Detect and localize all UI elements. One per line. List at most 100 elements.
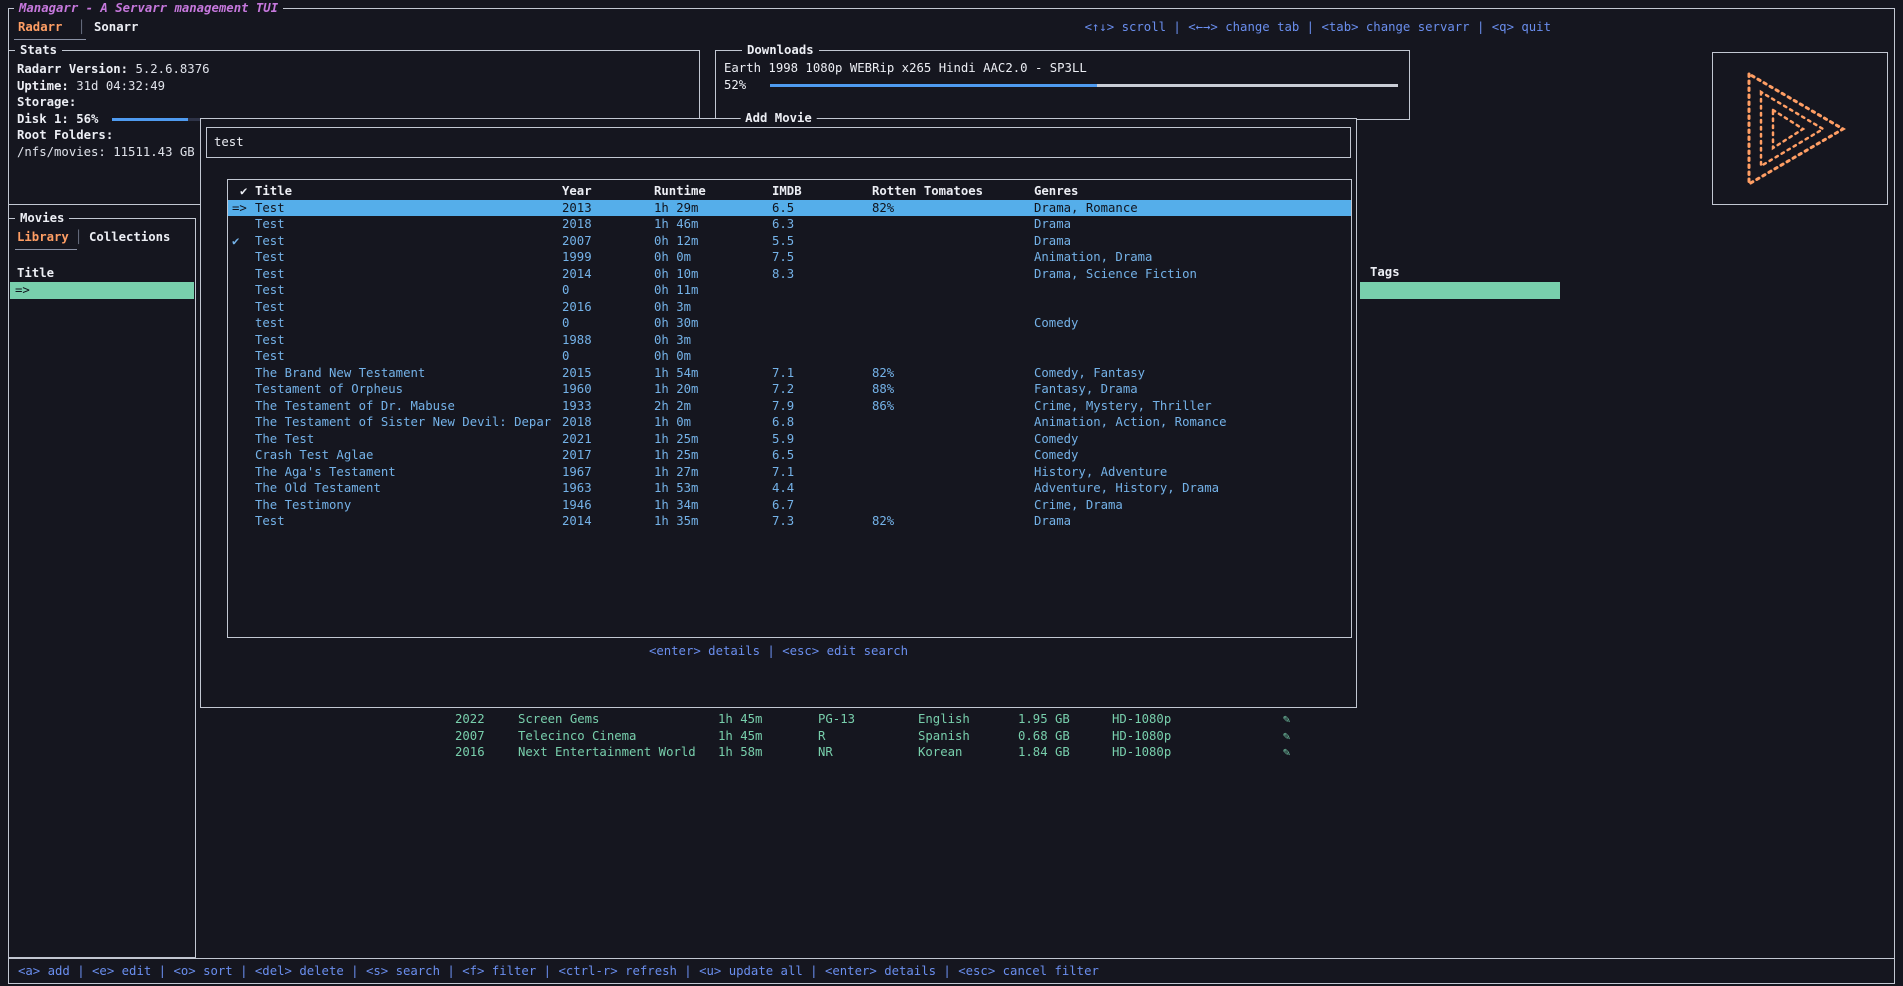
result-runtime: 1h 27m	[648, 464, 768, 481]
movie-list-item[interactable]: Train to Busan	[10, 744, 194, 761]
add-movie-table-row[interactable]: Test 2018 1h 46m 6.3 Drama	[228, 216, 1351, 233]
add-movie-table-row[interactable]: The Testament of Sister New Devil: Depar…	[228, 414, 1351, 431]
result-title: Test	[250, 282, 558, 299]
add-movie-table-row[interactable]: Test 2014 1h 35m 7.3 82% Drama	[228, 513, 1351, 530]
movie-list-item[interactable]: Incantation	[10, 612, 194, 629]
row-language: English	[918, 711, 970, 728]
movie-list-item[interactable]: Us	[10, 546, 194, 563]
library-table-row[interactable]: 2007 Telecinco Cinema 1h 45m R Spanish 0…	[190, 728, 1895, 745]
add-movie-table-row[interactable]: The Test 2021 1h 25m 5.9 Comedy	[228, 431, 1351, 448]
movie-list-item[interactable]: The Thing	[10, 381, 194, 398]
add-movie-table-row[interactable]: Test 2014 0h 10m 8.3 Drama, Science Fict…	[228, 266, 1351, 283]
row-marker	[228, 497, 250, 514]
col-imdb: IMDB	[768, 183, 868, 200]
movie-list-item[interactable]: The Conjuring: The De	[10, 332, 194, 349]
app-title: Managarr - A Servarr management TUI	[14, 0, 283, 17]
movie-list-item[interactable]: The Orphanage	[10, 728, 194, 745]
movie-list-item[interactable]: =>Dune	[10, 282, 194, 299]
movie-list-item[interactable]: Lights Out	[10, 662, 194, 679]
stat-version: Radarr Version: 5.2.6.8376	[17, 61, 699, 78]
result-year: 1933	[558, 398, 648, 415]
add-movie-table-row[interactable]: Test 0 0h 0m	[228, 348, 1351, 365]
movie-list-item[interactable]: Ma	[10, 579, 194, 596]
add-movie-table-row[interactable]: Test 1988 0h 3m	[228, 332, 1351, 349]
row-year: 2016	[455, 744, 485, 761]
monitored-icon: ✎	[1283, 728, 1290, 745]
col-year: Year	[558, 183, 648, 200]
result-genres: Animation, Drama	[1028, 249, 1351, 266]
movie-list-item[interactable]: The Conjuring	[10, 299, 194, 316]
result-runtime: 0h 12m	[648, 233, 768, 250]
add-movie-table-row[interactable]: Crash Test Aglae 2017 1h 25m 6.5 Comedy	[228, 447, 1351, 464]
movie-search-input[interactable]: test	[206, 127, 1351, 158]
movie-list-item[interactable]: Alien	[10, 398, 194, 415]
add-movie-table-row[interactable]: => Test 2013 1h 29m 6.5 82% Drama, Roman…	[228, 200, 1351, 217]
add-movie-table-row[interactable]: The Testament of Dr. Mabuse 1933 2h 2m 7…	[228, 398, 1351, 415]
result-imdb: 4.4	[768, 480, 868, 497]
result-runtime: 1h 25m	[648, 431, 768, 448]
row-marker	[228, 513, 250, 530]
stat-version-label: Radarr Version:	[17, 62, 128, 76]
movie-list-item[interactable]: Nope	[10, 431, 194, 448]
stat-root-folders-label: Root Folders:	[17, 128, 113, 142]
result-year: 1988	[558, 332, 648, 349]
movie-list-item[interactable]: Sinister	[10, 513, 194, 530]
result-runtime: 1h 29m	[648, 200, 768, 217]
tab-sonarr[interactable]: Sonarr	[94, 19, 138, 36]
tab-library[interactable]: Library	[17, 229, 69, 246]
add-movie-table-row[interactable]: The Brand New Testament 2015 1h 54m 7.1 …	[228, 365, 1351, 382]
row-quality: HD-1080p	[1112, 711, 1171, 728]
result-genres: Crime, Drama	[1028, 497, 1351, 514]
movie-list-item[interactable]: A Quiet Place	[10, 464, 194, 481]
movie-list-item[interactable]: The Conjuring 2	[10, 315, 194, 332]
movie-list-item[interactable]: Slender Man	[10, 563, 194, 580]
add-movie-table-row[interactable]: Test 1999 0h 0m 7.5 Animation, Drama	[228, 249, 1351, 266]
add-movie-table-row[interactable]: The Testimony 1946 1h 34m 6.7 Crime, Dra…	[228, 497, 1351, 514]
add-movie-table-row[interactable]: test 0 0h 30m Comedy	[228, 315, 1351, 332]
movie-list-item[interactable]: The Martian	[10, 365, 194, 382]
movie-list-item[interactable]: The Invitation	[10, 711, 194, 728]
result-imdb: 5.5	[768, 233, 868, 250]
movie-list-item[interactable]: Life	[10, 414, 194, 431]
movie-list-item[interactable]: Sinister 2	[10, 530, 194, 547]
add-movie-table-row[interactable]: Testament of Orpheus 1960 1h 20m 7.2 88%…	[228, 381, 1351, 398]
result-genres: Comedy	[1028, 431, 1351, 448]
tab-radarr[interactable]: Radarr	[18, 19, 62, 36]
result-title: The Aga's Testament	[250, 464, 558, 481]
add-movie-table-row[interactable]: The Aga's Testament 1967 1h 27m 7.1 Hist…	[228, 464, 1351, 481]
add-movie-table-row[interactable]: The Old Testament 1963 1h 53m 4.4 Advent…	[228, 480, 1351, 497]
result-genres: History, Adventure	[1028, 464, 1351, 481]
add-movie-table-row[interactable]: Test 2016 0h 3m	[228, 299, 1351, 316]
row-year: 2022	[455, 711, 485, 728]
movie-list-item[interactable]: Firestarter	[10, 629, 194, 646]
library-tab-separator: │	[75, 229, 82, 246]
movie-list-item[interactable]: Inception	[10, 348, 194, 365]
add-movie-table-header: ✔ Title Year Runtime IMDB Rotten Tomatoe…	[228, 183, 1351, 200]
result-title: Crash Test Aglae	[250, 447, 558, 464]
row-marker	[228, 216, 250, 233]
result-year: 0	[558, 282, 648, 299]
library-table-row[interactable]: 2022 Screen Gems 1h 45m PG-13 English 1.…	[190, 711, 1895, 728]
movie-list-item[interactable]: The Girl with All the	[10, 695, 194, 712]
result-imdb	[768, 315, 868, 332]
row-marker	[228, 365, 250, 382]
result-genres: Drama, Romance	[1028, 200, 1351, 217]
add-movie-table-row[interactable]: ✔ Test 2007 0h 12m 5.5 Drama	[228, 233, 1351, 250]
movie-list-item[interactable]: The Witch	[10, 497, 194, 514]
movie-list-item[interactable]: A Quiet Place Part II	[10, 480, 194, 497]
selected-row-highlight	[1360, 282, 1560, 299]
result-genres: Drama, Science Fiction	[1028, 266, 1351, 283]
tab-collections[interactable]: Collections	[89, 229, 170, 246]
movie-list-item[interactable]: Misery	[10, 645, 194, 662]
movie-list-item[interactable]: 1408	[10, 678, 194, 695]
result-year: 2007	[558, 233, 648, 250]
row-studio: Next Entertainment World	[518, 744, 696, 761]
movie-list-item[interactable]: mother!	[10, 596, 194, 613]
movie-list-item[interactable]: Gone with the Wind	[10, 447, 194, 464]
row-quality: HD-1080p	[1112, 744, 1171, 761]
library-table-row[interactable]: 2016 Next Entertainment World 1h 58m NR …	[190, 744, 1895, 761]
result-imdb	[768, 332, 868, 349]
add-movie-table-row[interactable]: Test 0 0h 11m	[228, 282, 1351, 299]
result-rotten-tomatoes	[868, 348, 1028, 365]
result-title: The Testament of Dr. Mabuse	[250, 398, 558, 415]
